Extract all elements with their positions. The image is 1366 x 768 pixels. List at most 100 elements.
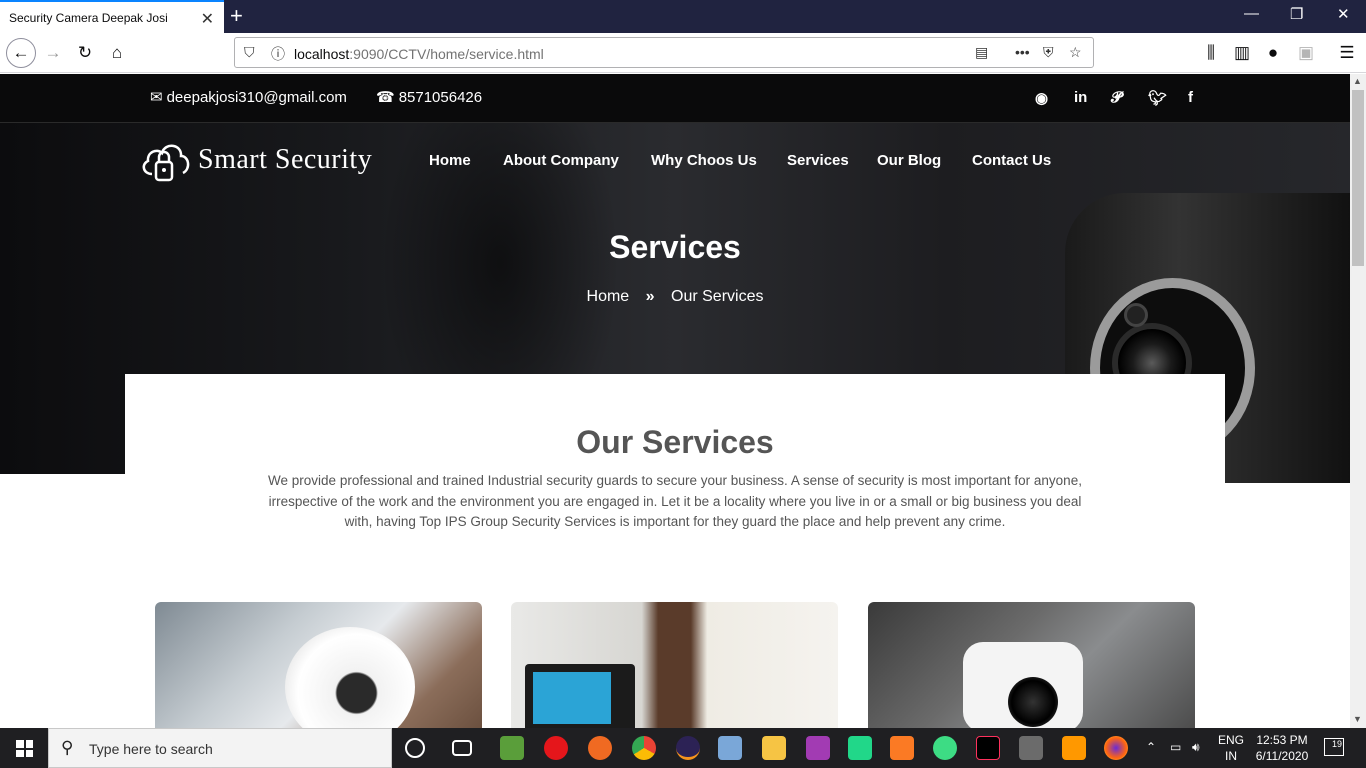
breadcrumb-separator-icon: » (645, 288, 655, 305)
email-link[interactable]: ✉ deepakjosi310@gmail.com (150, 88, 347, 107)
firefox-icon[interactable] (1104, 736, 1128, 760)
breadcrumb-current: Our Services (671, 288, 764, 305)
url-bar[interactable]: ⛉ ⓘ localhost:9090/CCTV/home/service.htm… (234, 37, 1094, 68)
facebook-icon[interactable]: f (1188, 89, 1193, 106)
notification-center-icon[interactable]: 19 (1324, 738, 1344, 756)
search-placeholder: Type here to search (89, 741, 213, 757)
shield-icon[interactable]: ⛉ (244, 44, 255, 61)
scroll-up-icon[interactable]: ▲ (1353, 76, 1362, 86)
contact-bar: ✉ deepakjosi310@gmail.com ☎ 8571056426 ◉… (0, 74, 1350, 123)
url-text[interactable]: localhost:9090/CCTV/home/service.html (294, 46, 544, 62)
taskbar-clock[interactable]: 12:53 PM 6/11/2020 (1250, 732, 1314, 764)
more-icon[interactable]: ••• (1015, 44, 1030, 60)
nav-why-choose-us[interactable]: Why Choos Us (651, 152, 757, 169)
opera-icon[interactable] (544, 736, 568, 760)
dome-camera-illustration (285, 627, 415, 728)
forward-icon[interactable]: → (41, 41, 65, 65)
xampp-icon[interactable] (890, 736, 914, 760)
phone-link[interactable]: ☎ 8571056426 (376, 88, 483, 107)
url-path: :9090/CCTV/home/service.html (349, 46, 544, 62)
tab-title: Security Camera Deepak Josi (9, 11, 168, 25)
pinterest-icon[interactable]: 𝓟 (1111, 89, 1122, 106)
reload-icon[interactable]: ↻ (73, 41, 97, 65)
browser-tab-bar: Security Camera Deepak Josi ✕ + — ❐ ✕ (0, 0, 1366, 33)
info-icon[interactable]: ⓘ (271, 44, 285, 64)
page-scrollbar[interactable]: ▲ ▼ (1350, 74, 1366, 728)
battery-icon[interactable]: ▭ (1170, 740, 1181, 754)
alarm-screen (533, 672, 611, 724)
browser-toolbar: ← → ↻ ⌂ ⛉ ⓘ localhost:9090/CCTV/home/ser… (0, 33, 1366, 73)
alarm-panel-illustration (525, 664, 635, 728)
extension-icon[interactable]: ▣ (1294, 41, 1318, 65)
service-image-alarm-panel[interactable] (511, 602, 838, 728)
pocket-icon[interactable]: ⛨ (1043, 44, 1054, 61)
section-title: Our Services (576, 424, 774, 460)
twitter-icon[interactable]: 🐦︎ (1148, 89, 1167, 107)
region-code: IN (1225, 749, 1237, 763)
camera-sensor (1124, 303, 1148, 327)
nav-services[interactable]: Services (787, 152, 849, 169)
cortana-icon[interactable] (405, 738, 425, 758)
app-icon[interactable] (588, 736, 612, 760)
windows-start-icon[interactable] (16, 740, 33, 757)
nav-about-company[interactable]: About Company (503, 152, 619, 169)
scroll-down-icon[interactable]: ▼ (1353, 714, 1362, 724)
window-close-icon[interactable]: ✕ (1337, 5, 1350, 23)
chrome-icon[interactable] (632, 736, 656, 760)
virtualbox-icon[interactable] (718, 736, 742, 760)
bookmark-star-icon[interactable]: ☆ (1069, 44, 1082, 61)
web-page: ✉ deepakjosi310@gmail.com ☎ 8571056426 ◉… (0, 74, 1350, 728)
page-title: Services (609, 229, 741, 265)
home-icon[interactable]: ⌂ (105, 41, 129, 65)
cloud-lock-icon (142, 144, 190, 182)
tab-close-icon[interactable]: ✕ (201, 9, 214, 29)
mail-icon: ✉ (150, 89, 163, 106)
menu-icon[interactable]: ☰ (1335, 41, 1359, 65)
nav-contact-us[interactable]: Contact Us (972, 152, 1051, 169)
pycharm-icon[interactable] (848, 736, 872, 760)
phone-icon: ☎ (376, 89, 395, 106)
eclipse-icon[interactable] (676, 736, 700, 760)
volume-icon[interactable]: 🔊︎ (1192, 740, 1200, 755)
minimize-icon[interactable]: — (1244, 5, 1259, 22)
sidebar-icon[interactable]: ▥ (1230, 41, 1254, 65)
restore-icon[interactable]: ❐ (1290, 5, 1303, 23)
services-section: Our Services We provide professional and… (125, 374, 1225, 728)
account-icon[interactable]: ● (1261, 41, 1285, 65)
file-explorer-icon[interactable] (762, 736, 786, 760)
service-image-camera-install[interactable] (155, 602, 482, 728)
reader-icon[interactable]: ▤ (975, 44, 988, 61)
phone-text: 8571056426 (398, 88, 483, 106)
section-description: We provide professional and trained Indu… (268, 473, 1082, 529)
task-view-icon[interactable] (452, 740, 472, 756)
library-icon[interactable]: ⫼ (1199, 41, 1223, 65)
breadcrumb: Home » Our Services (0, 288, 1350, 306)
service-image-wall-camera[interactable] (868, 602, 1195, 728)
app-icon-2[interactable] (806, 736, 830, 760)
clock-time: 12:53 PM (1256, 733, 1308, 747)
android-studio-icon[interactable] (933, 736, 957, 760)
new-tab-icon[interactable]: + (230, 3, 243, 29)
clock-date: 6/11/2020 (1255, 749, 1309, 763)
breadcrumb-home[interactable]: Home (587, 288, 630, 305)
photo-icon[interactable] (1019, 736, 1043, 760)
browser-tab[interactable]: Security Camera Deepak Josi ✕ (0, 0, 224, 33)
sublime-icon[interactable] (1062, 736, 1086, 760)
windows-taskbar: ⚲ Type here to search ⌃ ▭ 🔊︎ ENG IN 12:5… (0, 728, 1366, 768)
logo-text: Smart Security (198, 144, 373, 175)
nav-home[interactable]: Home (429, 152, 471, 169)
taskbar-search[interactable]: ⚲ Type here to search (48, 728, 392, 768)
site-logo[interactable]: Smart Security (140, 136, 372, 184)
back-icon[interactable]: ← (6, 38, 36, 68)
url-host: localhost (294, 46, 350, 62)
lang-code: ENG (1218, 733, 1245, 747)
tray-chevron-icon[interactable]: ⌃ (1146, 740, 1156, 754)
scroll-thumb[interactable] (1352, 90, 1364, 266)
intellij-icon[interactable] (976, 736, 1000, 760)
linkedin-icon[interactable]: in (1074, 89, 1087, 106)
github-icon[interactable]: ◉ (1035, 89, 1048, 107)
notification-count: 19 (1331, 739, 1342, 749)
language-indicator[interactable]: ENG IN (1218, 732, 1244, 764)
notepad-icon[interactable] (500, 736, 524, 760)
nav-our-blog[interactable]: Our Blog (877, 152, 941, 169)
